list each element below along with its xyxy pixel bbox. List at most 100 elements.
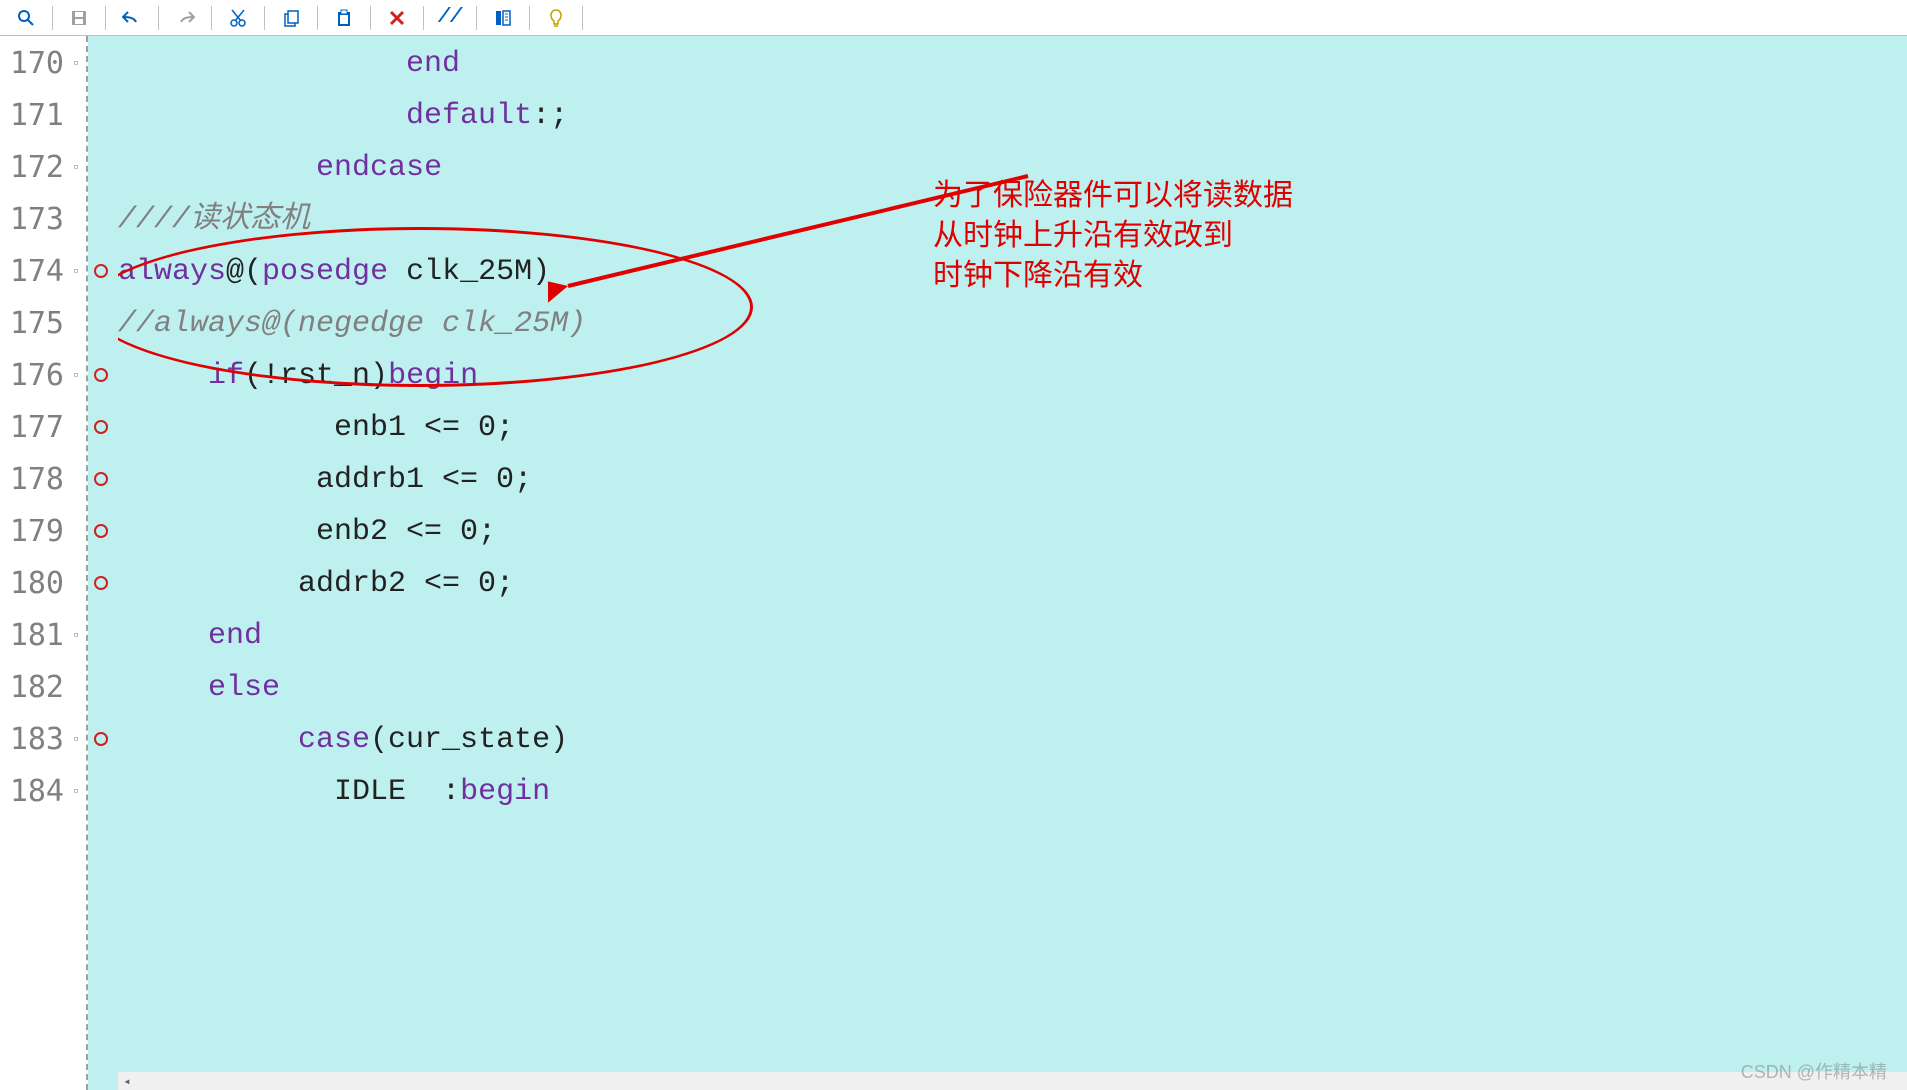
breakpoint-cell[interactable] [88, 454, 118, 506]
breakpoint-marker-icon[interactable] [94, 420, 108, 434]
fold-cell[interactable]: ▫ [70, 350, 86, 402]
fold-marker-icon[interactable]: ▫ [72, 784, 84, 796]
separator [211, 6, 212, 30]
fold-cell[interactable]: ▫ [70, 142, 86, 194]
redo-icon[interactable] [163, 3, 207, 33]
line-number: 173 [0, 194, 64, 246]
separator [582, 6, 583, 30]
breakpoint-cell[interactable] [88, 766, 118, 818]
fold-marker-icon[interactable]: ▫ [72, 368, 84, 380]
breakpoint-marker-icon[interactable] [94, 472, 108, 486]
fold-cell[interactable]: ▫ [70, 766, 86, 818]
line-number: 177 [0, 402, 64, 454]
breakpoint-cell[interactable] [88, 610, 118, 662]
breakpoint-cell[interactable] [88, 246, 118, 298]
fold-cell [70, 506, 86, 558]
breakpoint-cell[interactable] [88, 402, 118, 454]
delete-icon[interactable] [375, 3, 419, 33]
code-line[interactable]: default:; [118, 90, 1907, 142]
paste-icon[interactable] [322, 3, 366, 33]
horizontal-scrollbar[interactable]: ◂ [118, 1072, 1907, 1090]
fold-cell [70, 90, 86, 142]
code-line[interactable]: else [118, 662, 1907, 714]
breakpoint-cell[interactable] [88, 662, 118, 714]
breakpoint-marker-icon[interactable] [94, 576, 108, 590]
save-icon[interactable] [57, 3, 101, 33]
keyword-token: case [298, 723, 370, 757]
code-line[interactable]: end [118, 610, 1907, 662]
breakpoint-marker-icon[interactable] [94, 264, 108, 278]
line-number: 182 [0, 662, 64, 714]
breakpoint-cell[interactable] [88, 350, 118, 402]
undo-icon[interactable] [110, 3, 154, 33]
line-number: 184 [0, 766, 64, 818]
annotation-line: 为了保险器件可以将读数据 [933, 176, 1293, 216]
text-token [118, 99, 406, 133]
fold-cell[interactable]: ▫ [70, 610, 86, 662]
fold-cell [70, 558, 86, 610]
breakpoint-cell[interactable] [88, 194, 118, 246]
breakpoint-marker-icon[interactable] [94, 732, 108, 746]
breakpoint-cell[interactable] [88, 714, 118, 766]
code-line[interactable]: enb1 <= 0; [118, 402, 1907, 454]
code-area[interactable]: 为了保险器件可以将读数据 从时钟上升沿有效改到 时钟下降沿有效 end defa… [118, 36, 1907, 1090]
text-token: addrb2 <= 0; [118, 567, 514, 601]
fold-cell[interactable]: ▫ [70, 246, 86, 298]
code-line[interactable]: case(cur_state) [118, 714, 1907, 766]
breakpoint-cell[interactable] [88, 558, 118, 610]
format-icon[interactable] [481, 3, 525, 33]
separator [370, 6, 371, 30]
line-number: 176 [0, 350, 64, 402]
fold-marker-icon[interactable]: ▫ [72, 264, 84, 276]
breakpoint-cell[interactable] [88, 506, 118, 558]
text-token [118, 47, 406, 81]
code-line[interactable]: end [118, 38, 1907, 90]
breakpoint-marker-icon[interactable] [94, 524, 108, 538]
fold-marker-icon[interactable]: ▫ [72, 56, 84, 68]
code-line[interactable]: enb2 <= 0; [118, 506, 1907, 558]
cut-icon[interactable] [216, 3, 260, 33]
text-token: (cur_state) [370, 723, 568, 757]
search-icon[interactable] [4, 3, 48, 33]
hint-icon[interactable] [534, 3, 578, 33]
breakpoint-marker-icon[interactable] [94, 368, 108, 382]
comment-icon[interactable]: // [428, 3, 472, 33]
fold-cell[interactable]: ▫ [70, 38, 86, 90]
fold-marker-icon[interactable]: ▫ [72, 160, 84, 172]
line-number: 171 [0, 90, 64, 142]
fold-cell[interactable]: ▫ [70, 714, 86, 766]
code-line[interactable]: addrb2 <= 0; [118, 558, 1907, 610]
text-token [118, 671, 208, 705]
watermark: CSDN @作精本精 [1741, 1058, 1887, 1084]
breakpoint-cell[interactable] [88, 298, 118, 350]
code-line[interactable]: IDLE :begin [118, 766, 1907, 818]
separator [158, 6, 159, 30]
breakpoint-cell[interactable] [88, 38, 118, 90]
line-number: 175 [0, 298, 64, 350]
keyword-token: end [208, 619, 262, 653]
breakpoint-cell[interactable] [88, 90, 118, 142]
code-line[interactable]: addrb1 <= 0; [118, 454, 1907, 506]
separator [317, 6, 318, 30]
line-number: 174 [0, 246, 64, 298]
breakpoint-gutter[interactable] [88, 36, 118, 1090]
line-number: 183 [0, 714, 64, 766]
fold-cell [70, 454, 86, 506]
text-token: enb1 <= 0; [118, 411, 514, 445]
copy-icon[interactable] [269, 3, 313, 33]
toolbar: // [0, 0, 1907, 36]
fold-marker-icon[interactable]: ▫ [72, 628, 84, 640]
keyword-token: end [406, 47, 460, 81]
fold-marker-icon[interactable]: ▫ [72, 732, 84, 744]
keyword-token: endcase [316, 151, 442, 185]
text-token: IDLE : [118, 775, 460, 809]
text-token [118, 723, 298, 757]
scroll-left-icon[interactable]: ◂ [118, 1072, 136, 1090]
separator [105, 6, 106, 30]
fold-cell [70, 298, 86, 350]
keyword-token: else [208, 671, 280, 705]
line-number: 178 [0, 454, 64, 506]
separator [529, 6, 530, 30]
line-number: 181 [0, 610, 64, 662]
breakpoint-cell[interactable] [88, 142, 118, 194]
